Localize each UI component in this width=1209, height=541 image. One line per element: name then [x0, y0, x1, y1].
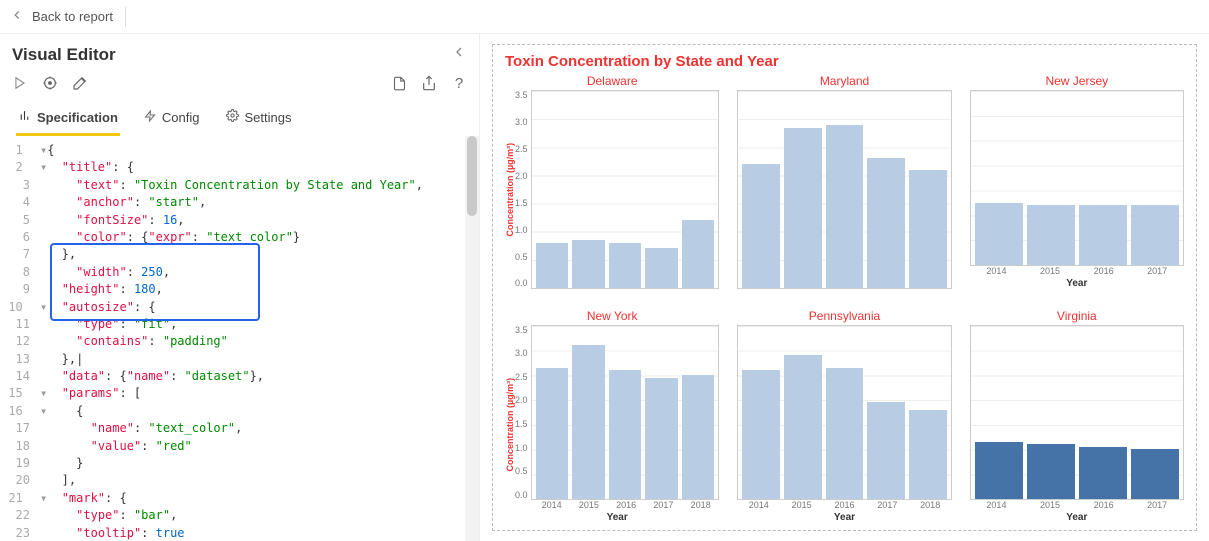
- facet-title: New York: [505, 309, 719, 323]
- plot-area: [970, 90, 1184, 266]
- vertical-divider: [125, 7, 126, 27]
- tab-settings[interactable]: Settings: [224, 103, 294, 136]
- bar[interactable]: [784, 128, 822, 288]
- run-icon[interactable]: [12, 75, 28, 91]
- facet-pennsylvania: Pennsylvania 20142015201620172018 Year: [737, 309, 951, 524]
- bar[interactable]: [975, 203, 1023, 265]
- bar[interactable]: [742, 164, 780, 288]
- y-ticks: 0.00.51.01.52.02.53.03.5: [515, 325, 531, 501]
- plot-area: [737, 325, 951, 501]
- tab-specification[interactable]: Specification: [16, 103, 120, 136]
- facet-title: Pennsylvania: [737, 309, 951, 323]
- bar[interactable]: [1079, 447, 1127, 499]
- x-axis-label: Year: [970, 512, 1184, 523]
- y-ticks: 0.00.51.01.52.02.53.03.5: [515, 90, 531, 289]
- help-icon[interactable]: ?: [451, 75, 467, 91]
- x-ticks: 2014201520162017: [970, 500, 1184, 510]
- facet-virginia: Virginia 2014201520162017 Year: [970, 309, 1184, 524]
- bar[interactable]: [1027, 205, 1075, 264]
- facet-new-york: New York Concentration (µg/m³)0.00.51.01.…: [505, 309, 719, 524]
- bar[interactable]: [645, 378, 678, 499]
- bar-chart-icon: [18, 109, 31, 125]
- collapse-chevron-icon[interactable]: [451, 44, 467, 65]
- bar[interactable]: [909, 170, 947, 288]
- bar[interactable]: [975, 442, 1023, 499]
- facet-title: Delaware: [505, 74, 719, 88]
- new-file-icon[interactable]: [391, 75, 407, 91]
- target-icon[interactable]: [42, 75, 58, 91]
- facet-title: Maryland: [737, 74, 951, 88]
- export-icon[interactable]: [421, 75, 437, 91]
- plot-area: [970, 325, 1184, 501]
- chart-title: Toxin Concentration by State and Year: [505, 53, 1184, 70]
- bar[interactable]: [909, 410, 947, 499]
- bar[interactable]: [742, 370, 780, 499]
- plot-area: [531, 90, 720, 289]
- x-axis-label: Year: [970, 278, 1184, 289]
- bar[interactable]: [645, 248, 678, 287]
- bar[interactable]: [784, 355, 822, 499]
- y-axis-label: Concentration (µg/m³): [505, 90, 515, 289]
- plot-area: [531, 325, 720, 501]
- x-ticks: 20142015201620172018: [737, 500, 951, 510]
- bar[interactable]: [867, 158, 905, 287]
- x-axis-label: Year: [737, 512, 951, 523]
- plot-area: [737, 90, 951, 289]
- facet-delaware: Delaware Concentration (µg/m³)0.00.51.01.…: [505, 74, 719, 289]
- facet-new-jersey: New Jersey 2014201520162017 Year: [970, 74, 1184, 289]
- x-ticks: 2014201520162017: [970, 266, 1184, 276]
- bar[interactable]: [867, 402, 905, 499]
- bar[interactable]: [1131, 205, 1179, 264]
- bar[interactable]: [1079, 205, 1127, 264]
- bar[interactable]: [572, 345, 605, 499]
- bar[interactable]: [682, 220, 715, 287]
- x-ticks: 20142015201620172018: [533, 500, 719, 510]
- bar[interactable]: [1131, 449, 1179, 499]
- back-to-report-link[interactable]: Back to report: [10, 8, 113, 25]
- facet-title: New Jersey: [970, 74, 1184, 88]
- facet-title: Virginia: [970, 309, 1184, 323]
- bar[interactable]: [609, 370, 642, 499]
- wand-icon[interactable]: [72, 75, 88, 91]
- x-axis-label: Year: [515, 512, 719, 523]
- bar[interactable]: [536, 368, 569, 499]
- bar[interactable]: [826, 368, 864, 499]
- bar[interactable]: [536, 243, 569, 288]
- json-editor[interactable]: 1 ▾{2 ▾ "title": {3 "text": "Toxin Conce…: [0, 136, 479, 541]
- facet-maryland: Maryland: [737, 74, 951, 289]
- y-axis-label: Concentration (µg/m³): [505, 325, 515, 524]
- lightning-icon: [144, 110, 156, 125]
- bar[interactable]: [682, 375, 715, 499]
- bar[interactable]: [1027, 444, 1075, 499]
- visual-preview: Toxin Concentration by State and Year De…: [492, 44, 1197, 531]
- chevron-left-icon: [10, 8, 24, 25]
- bar[interactable]: [826, 125, 864, 288]
- bar[interactable]: [572, 240, 605, 288]
- back-label: Back to report: [32, 9, 113, 24]
- editor-scrollbar[interactable]: [465, 136, 479, 541]
- bar[interactable]: [609, 243, 642, 288]
- panel-title: Visual Editor: [12, 45, 116, 65]
- gear-icon: [226, 109, 239, 125]
- tab-config[interactable]: Config: [142, 103, 202, 136]
